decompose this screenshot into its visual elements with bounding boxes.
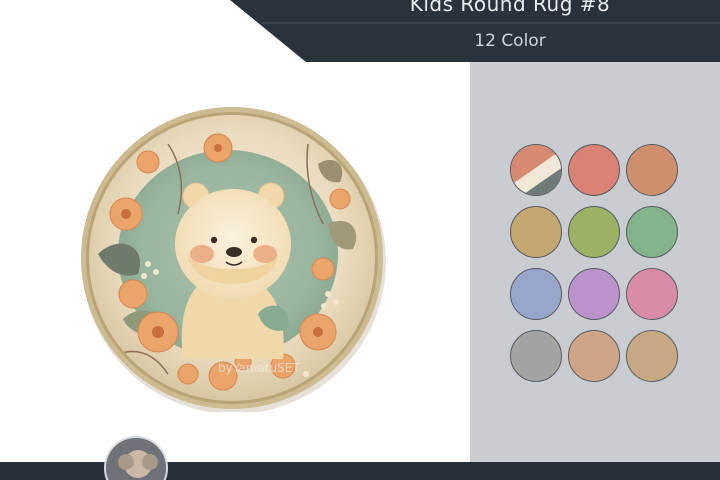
swatch-sand[interactable] (626, 330, 678, 382)
swatch-tan[interactable] (568, 330, 620, 382)
page-title: Kids Round Rug #8 (409, 0, 611, 16)
swatch-sage-green[interactable] (626, 206, 678, 258)
swatch-terracotta[interactable] (626, 144, 678, 196)
swatch-ochre[interactable] (510, 206, 562, 258)
swatch-olive-green[interactable] (568, 206, 620, 258)
product-preview: Kids Round Rug #8 12 Color byYamatuSET (0, 0, 720, 480)
swatch-gray[interactable] (510, 330, 562, 382)
swatch-periwinkle[interactable] (510, 268, 562, 320)
rug-image: byYamatuSET (78, 104, 386, 414)
header-banner: Kids Round Rug #8 12 Color (0, 0, 720, 62)
avatar-image (106, 438, 166, 480)
watermark-text: byYamatuSET (218, 361, 300, 375)
swatch-grid (510, 144, 682, 382)
swatch-rose[interactable] (626, 268, 678, 320)
swatch-coral[interactable] (568, 144, 620, 196)
swatch-tricolor[interactable] (510, 144, 562, 196)
color-swatch-panel (470, 62, 720, 462)
swatch-lilac[interactable] (568, 268, 620, 320)
shop-avatar[interactable] (104, 436, 168, 480)
color-count-subtitle: 12 Color (474, 31, 546, 51)
